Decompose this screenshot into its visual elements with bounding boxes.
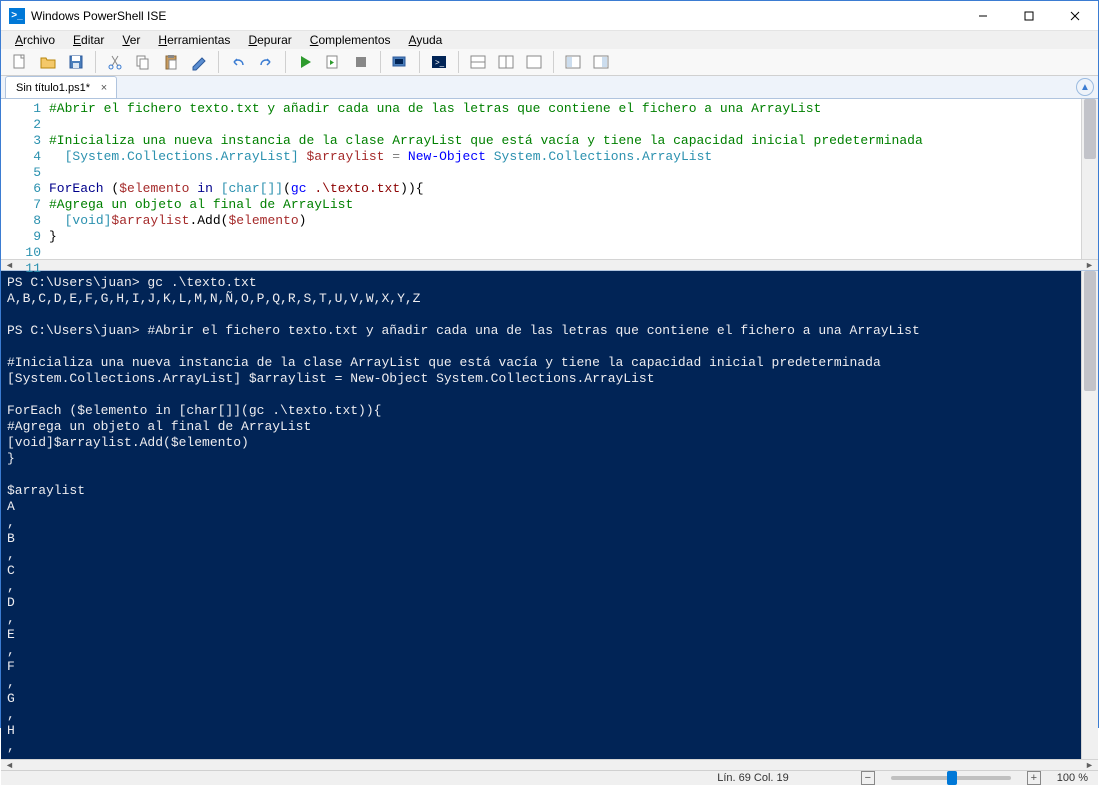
stop-button[interactable] <box>348 49 374 75</box>
save-button[interactable] <box>63 49 89 75</box>
layout-3-button[interactable] <box>521 49 547 75</box>
new-remote-tab-button[interactable] <box>387 49 413 75</box>
menu-label: epurar <box>257 33 292 47</box>
layout-2-button[interactable] <box>493 49 519 75</box>
menu-label: yuda <box>416 33 442 47</box>
separator <box>458 51 459 73</box>
show-command-button[interactable] <box>560 49 586 75</box>
paste-button[interactable] <box>158 49 184 75</box>
editor-pane[interactable]: 1234567891011 #Abrir el fichero texto.tx… <box>1 99 1098 259</box>
scroll-left-icon[interactable]: ◄ <box>1 760 18 770</box>
app-icon: >_ <box>9 8 25 24</box>
maximize-button[interactable] <box>1006 1 1052 31</box>
layout-1-button[interactable] <box>465 49 491 75</box>
separator <box>95 51 96 73</box>
window-title: Windows PowerShell ISE <box>31 9 960 23</box>
status-line-col: Lín. 69 Col. 19 <box>717 772 789 784</box>
menu-ayuda[interactable]: Ayuda <box>401 31 451 49</box>
titlebar: >_ Windows PowerShell ISE <box>1 1 1098 31</box>
menu-label: omplementos <box>318 33 390 47</box>
code-area[interactable]: #Abrir el fichero texto.txt y añadir cad… <box>49 99 1081 259</box>
start-powershell-button[interactable]: >_ <box>426 49 452 75</box>
statusbar: Lín. 69 Col. 19 − + 100 % <box>1 770 1098 785</box>
menu-depurar[interactable]: Depurar <box>240 31 299 49</box>
copy-button[interactable] <box>130 49 156 75</box>
separator <box>218 51 219 73</box>
zoom-slider[interactable] <box>891 776 1011 780</box>
menu-herramientas[interactable]: Herramientas <box>150 31 238 49</box>
scroll-right-icon[interactable]: ► <box>1081 760 1098 770</box>
zoom-in-button[interactable]: + <box>1027 771 1041 785</box>
menu-complementos[interactable]: Complementos <box>302 31 399 49</box>
show-command-addon-button[interactable] <box>588 49 614 75</box>
close-button[interactable] <box>1052 1 1098 31</box>
menubar: Archivo Editar Ver Herramientas Depurar … <box>1 31 1098 49</box>
collapse-script-pane-button[interactable]: ▲ <box>1076 78 1094 96</box>
separator <box>419 51 420 73</box>
separator <box>285 51 286 73</box>
undo-button[interactable] <box>225 49 251 75</box>
scroll-right-icon[interactable]: ► <box>1081 260 1098 270</box>
menu-archivo[interactable]: Archivo <box>7 31 63 49</box>
separator <box>553 51 554 73</box>
open-file-button[interactable] <box>35 49 61 75</box>
tab-close-icon[interactable]: × <box>98 82 110 94</box>
redo-button[interactable] <box>253 49 279 75</box>
console-wrap: PS C:\Users\juan> gc .\texto.txt A,B,C,D… <box>1 270 1098 759</box>
menu-editar[interactable]: Editar <box>65 31 112 49</box>
menu-label: erramientas <box>167 33 230 47</box>
menu-label: er <box>130 33 141 47</box>
clear-button[interactable] <box>186 49 212 75</box>
separator <box>380 51 381 73</box>
toolbar: >_ <box>1 49 1098 76</box>
status-zoom: 100 % <box>1057 772 1088 784</box>
menu-ver[interactable]: Ver <box>114 31 148 49</box>
zoom-out-button[interactable]: − <box>861 771 875 785</box>
tab-label: Sin título1.ps1* <box>16 82 90 94</box>
cut-button[interactable] <box>102 49 128 75</box>
tab-strip: Sin título1.ps1* × ▲ <box>1 76 1098 99</box>
svg-text:>_: >_ <box>435 58 445 67</box>
console-pane[interactable]: PS C:\Users\juan> gc .\texto.txt A,B,C,D… <box>1 271 1081 759</box>
console-vertical-scrollbar[interactable] <box>1081 271 1098 759</box>
editor-vertical-scrollbar[interactable] <box>1081 99 1098 259</box>
new-file-button[interactable] <box>7 49 33 75</box>
line-gutter: 1234567891011 <box>1 99 49 259</box>
menu-label: rchivo <box>23 33 55 47</box>
minimize-button[interactable] <box>960 1 1006 31</box>
run-selection-button[interactable] <box>320 49 346 75</box>
run-button[interactable] <box>292 49 318 75</box>
editor-horizontal-scrollbar[interactable]: ◄ ► <box>1 259 1098 270</box>
menu-label: ditar <box>81 33 104 47</box>
tab-active[interactable]: Sin título1.ps1* × <box>5 76 117 98</box>
console-horizontal-scrollbar[interactable]: ◄ ► <box>1 759 1098 770</box>
